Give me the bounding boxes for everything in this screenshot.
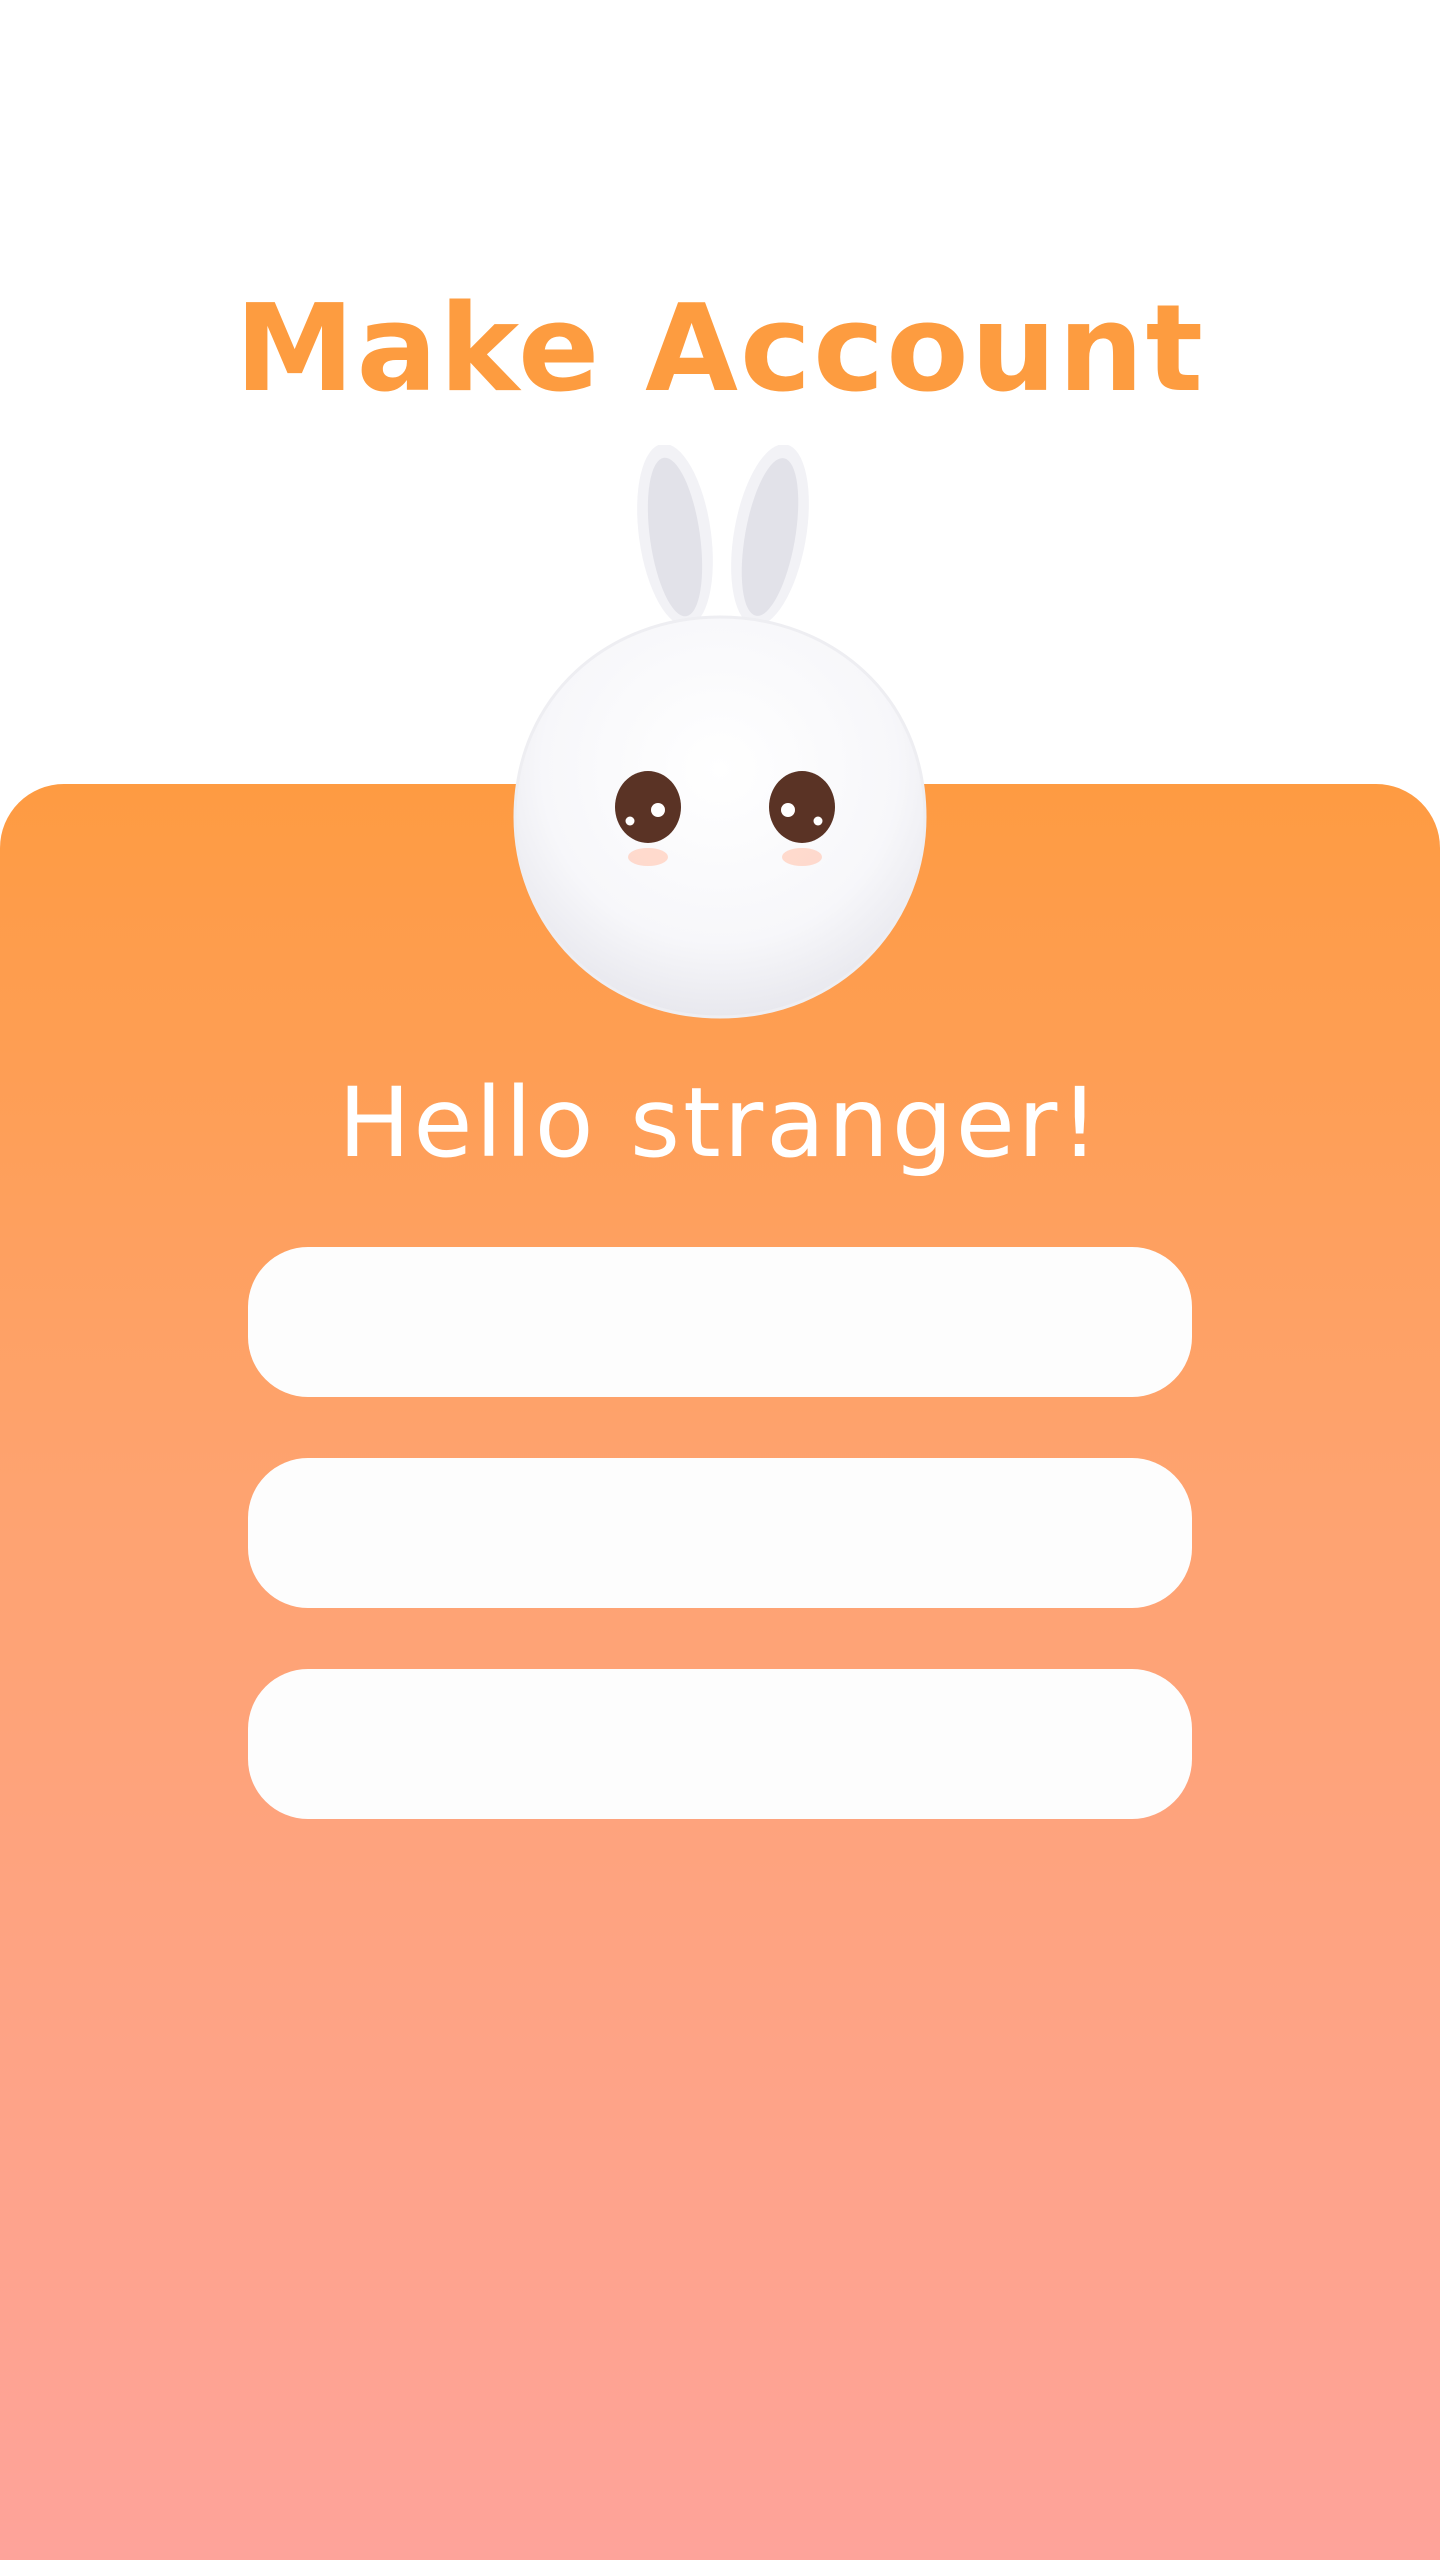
bunny-mascot-icon — [513, 445, 927, 1019]
bunny-eye-right — [769, 771, 835, 843]
third-input-field[interactable] — [248, 1669, 1192, 1819]
first-input-field[interactable] — [248, 1247, 1192, 1397]
bunny-cheek-left — [628, 848, 668, 866]
bunny-ear-left — [637, 445, 713, 627]
bunny-ear-right — [731, 445, 809, 626]
bunny-eye-left — [615, 771, 681, 843]
greeting-text: Hello stranger! — [338, 1067, 1102, 1179]
bunny-cheek-right — [782, 848, 822, 866]
second-input-field[interactable] — [248, 1458, 1192, 1608]
page-title: Make Account — [235, 280, 1205, 420]
bunny-head — [513, 615, 927, 1019]
